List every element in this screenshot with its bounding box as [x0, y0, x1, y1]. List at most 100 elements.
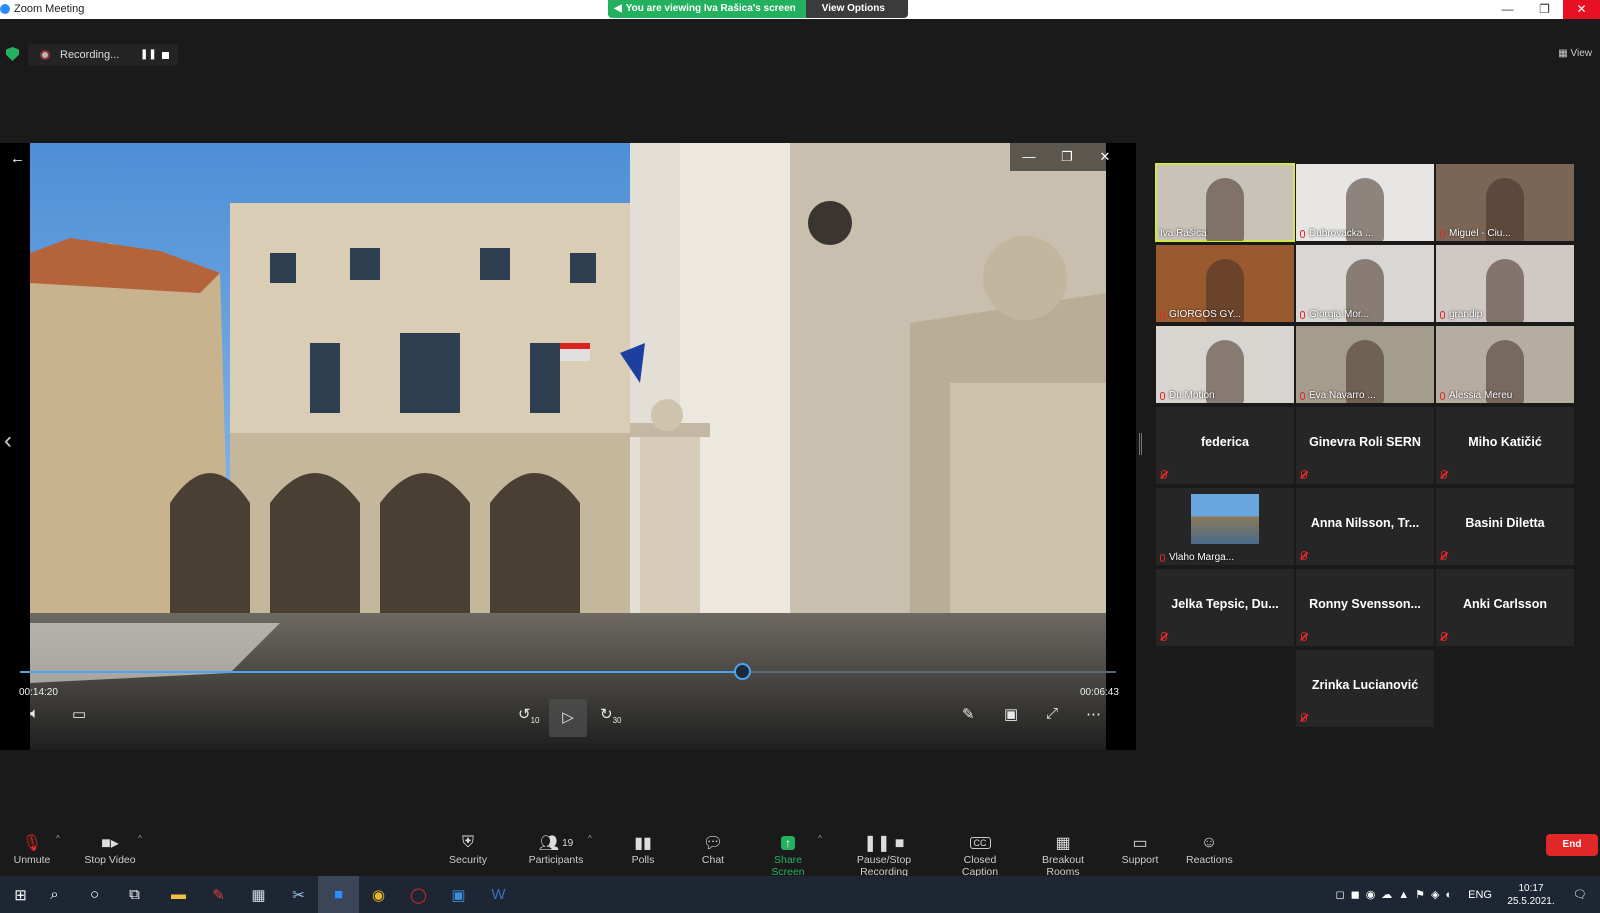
participant-tile[interactable]: Eva Navarro ... [1296, 326, 1434, 403]
participant-tile[interactable]: Miguel - Ciu... [1436, 164, 1574, 241]
edit-pencil-icon[interactable]: ✎ [962, 705, 975, 723]
pause-recording-icon[interactable]: ❚❚ [140, 49, 157, 60]
opera-icon[interactable]: ◯ [398, 876, 439, 913]
muted-mic-icon [1301, 632, 1307, 641]
zoom-taskbar-icon[interactable]: ■ [318, 876, 359, 913]
back-arrow-icon[interactable]: ← [10, 150, 25, 167]
participant-name: Du Motion [1160, 390, 1215, 401]
calculator-icon[interactable]: ▦ [238, 876, 279, 913]
participant-tile[interactable]: Iva Rašica [1155, 163, 1295, 242]
video-options-caret-icon[interactable]: ^ [138, 834, 142, 843]
participant-tile[interactable]: Jelka Tepsic, Du... [1156, 569, 1294, 646]
subtitles-icon[interactable]: ▭ [72, 705, 86, 723]
participant-name-text: Dubrovacka ... [1309, 228, 1374, 239]
stop-recording-icon[interactable] [162, 52, 169, 59]
participant-tile[interactable]: Anna Nilsson, Tr... [1296, 488, 1434, 565]
share-screen-icon: ↑ [758, 832, 818, 854]
file-explorer-icon[interactable]: ▬ [158, 876, 199, 913]
task-view-icon[interactable]: ⧉ [114, 876, 155, 913]
participant-tile[interactable]: Alessia Mereu [1436, 326, 1574, 403]
participant-tile[interactable]: Du Motion [1156, 326, 1294, 403]
muted-mic-icon [1161, 632, 1167, 641]
participant-name: Eva Navarro ... [1300, 390, 1376, 401]
previous-photo-icon[interactable]: ‹ [4, 427, 12, 455]
zoom-app-icon [0, 4, 10, 14]
minimize-icon[interactable]: — [1489, 0, 1526, 19]
recording-indicator: Recording... ❚❚ [28, 44, 178, 66]
notifications-icon[interactable]: 🗨︎ [1560, 888, 1600, 901]
participant-tile[interactable]: Giorgia Mor... [1296, 245, 1434, 322]
meeting-toolbar: 🎙︎ Unmute ^ ■▸ Stop Video ^ ⛨ Security 👥… [0, 824, 1600, 878]
pause-stop-recording-button[interactable]: ❚❚ ■ Pause/Stop Recording [834, 832, 934, 878]
participant-tile[interactable]: Vlaho Marga... [1156, 488, 1294, 565]
participant-name: Miho Katičić [1468, 435, 1542, 449]
participant-name: Dubrovacka ... [1300, 228, 1373, 239]
fullscreen-icon[interactable]: ⤢ [1046, 705, 1058, 722]
share-screen-button[interactable]: ↑ Share Screen [758, 832, 818, 878]
breakout-rooms-label: Breakout Rooms [1041, 854, 1085, 878]
muted-mic-icon [1300, 310, 1305, 319]
screen-share-banner: ◀ You are viewing Iva Rašica's screen Vi… [608, 0, 908, 25]
play-button[interactable]: ▷ [549, 699, 587, 737]
more-options-icon[interactable]: ⋯ [1086, 705, 1101, 723]
reactions-button[interactable]: ☺ Reactions [1186, 832, 1233, 866]
cortana-icon[interactable]: ○ [74, 876, 115, 913]
volume-icon[interactable]: 🔈︎ [30, 705, 39, 722]
pdf-app-icon[interactable]: ✎ [198, 876, 239, 913]
participant-tile[interactable]: Miho Katičić [1436, 407, 1574, 484]
language-indicator[interactable]: ENG [1468, 889, 1492, 901]
participant-tile[interactable]: Basini Diletta [1436, 488, 1574, 565]
view-button[interactable]: ▦ View [1558, 48, 1592, 59]
viewer-minimize-icon[interactable]: — [1010, 143, 1048, 171]
muted-mic-icon [1440, 229, 1445, 238]
viewer-close-icon[interactable]: ✕ [1086, 143, 1124, 171]
breakout-rooms-button[interactable]: ▦ Breakout Rooms [1026, 832, 1100, 878]
audio-options-caret-icon[interactable]: ^ [56, 834, 60, 843]
search-icon[interactable]: ⌕ [34, 876, 75, 913]
participants-button[interactable]: 👥︎ 19 Participants [528, 832, 584, 866]
skip-forward-button[interactable]: ↻30 [600, 705, 621, 725]
restore-icon[interactable]: ❐ [1526, 0, 1563, 19]
participants-options-caret-icon[interactable]: ^ [588, 834, 592, 843]
end-meeting-button[interactable]: End [1546, 834, 1598, 856]
share-options-caret-icon[interactable]: ^ [818, 834, 822, 843]
panel-resize-handle[interactable] [1139, 433, 1142, 455]
participant-tile[interactable]: GIORGOS GY... [1156, 245, 1294, 322]
snipping-tool-icon[interactable]: ✂ [278, 876, 319, 913]
support-button[interactable]: ▭ Support [1118, 832, 1162, 866]
encryption-shield-icon[interactable] [6, 47, 19, 61]
participants-icon: 👥︎ 19 [538, 835, 574, 852]
unmute-button[interactable]: 🎙︎ Unmute [12, 832, 52, 866]
muted-mic-icon [1300, 229, 1305, 238]
participant-tile[interactable]: Anki Carlsson [1436, 569, 1574, 646]
view-options-button[interactable]: View Options ⌄ [805, 0, 908, 25]
mini-view-icon[interactable]: ▣ [1004, 705, 1018, 723]
outlook-icon[interactable]: ▣ [438, 876, 479, 913]
skip-back-button[interactable]: ↺10 [518, 705, 539, 725]
reactions-label: Reactions [1186, 854, 1233, 866]
chrome-icon[interactable]: ◉ [358, 876, 399, 913]
participant-name-text: GIORGOS GY... [1169, 309, 1242, 320]
shared-screen: ← ‹ — ❐ ✕ 00:14:20 00:06:43 🔈︎ ▭ ↺10 ▷ ↻… [0, 143, 1136, 750]
polls-button[interactable]: ▮▮ Polls [628, 832, 658, 866]
participant-tile[interactable]: Ronny Svensson... [1296, 569, 1434, 646]
participant-name-text: Giorgia Mor... [1309, 309, 1370, 320]
participant-tile[interactable]: Ginevra Roli SERN [1296, 407, 1434, 484]
participant-tile[interactable]: grandip [1436, 245, 1574, 322]
chat-button[interactable]: 💬︎ Chat [698, 832, 728, 866]
security-button[interactable]: ⛨ Security [448, 832, 488, 866]
viewer-restore-icon[interactable]: ❐ [1048, 143, 1086, 171]
close-icon[interactable]: ✕ [1563, 0, 1600, 19]
progress-knob[interactable] [734, 663, 751, 680]
word-icon[interactable]: W [478, 876, 519, 913]
stop-video-button[interactable]: ■▸ Stop Video [84, 832, 136, 866]
participant-tile[interactable]: Dubrovacka ... [1296, 164, 1434, 241]
tray-icons[interactable]: ◻◼◉☁▲⚑◈◐ [1335, 888, 1458, 901]
closed-caption-button[interactable]: CC Closed Caption [946, 832, 1014, 878]
clock[interactable]: 10:17 25.5.2021. [1502, 882, 1560, 908]
participant-video [1486, 259, 1524, 322]
participant-tile[interactable]: Zrinka Lucianović [1296, 650, 1434, 727]
muted-mic-icon [1301, 713, 1307, 722]
participant-tile[interactable]: federica [1156, 407, 1294, 484]
video-progress-bar[interactable] [20, 663, 1116, 680]
